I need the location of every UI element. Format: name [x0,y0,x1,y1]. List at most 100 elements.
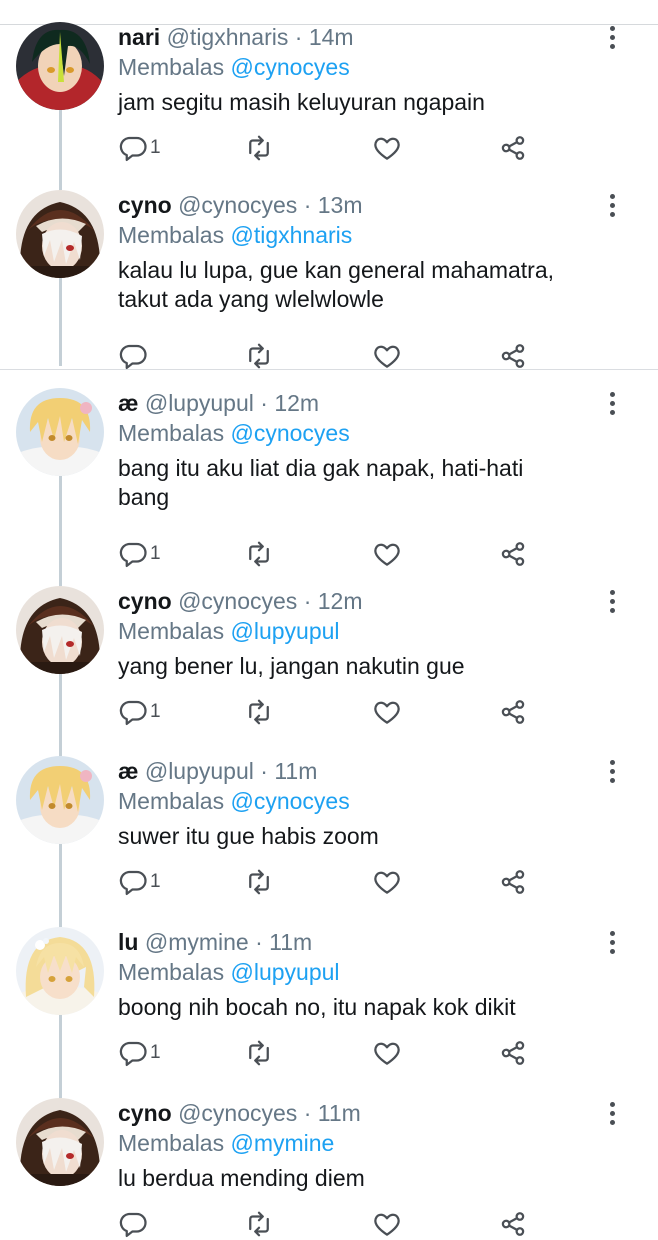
like-button[interactable] [372,1037,402,1069]
share-button[interactable] [498,1208,528,1240]
timestamp: · 14m [294,24,354,50]
retweet-button[interactable] [244,1208,274,1240]
user-handle[interactable]: @lupyupul [145,758,254,784]
reply-count: 1 [150,543,161,564]
replying-to-label: Membalas [118,420,231,446]
tweet-actions: 1 [118,538,538,570]
replying-to: Membalas @lupyupul [118,957,588,987]
mention-link[interactable]: @tigxhnaris [230,222,352,248]
share-button[interactable] [498,1037,528,1069]
replying-to: Membalas @cynocyes [118,418,588,448]
like-button[interactable] [372,538,402,570]
user-handle[interactable]: @cynocyes [178,192,297,218]
share-icon [498,697,528,727]
retweet-button[interactable] [244,866,274,898]
display-name[interactable]: æ [118,758,138,784]
retweet-button[interactable] [244,1037,274,1069]
tweet-header: lu @mymine · 11m [118,927,588,957]
mention-link[interactable]: @cynocyes [230,420,349,446]
display-name[interactable]: æ [118,390,138,416]
avatar[interactable] [16,388,104,476]
tweet-text: kalau lu lupa, gue kan general mahamatra… [118,257,555,312]
more-options-icon[interactable] [598,388,626,418]
more-options-icon[interactable] [598,586,626,616]
avatar[interactable] [16,586,104,674]
reply-icon [118,539,148,569]
avatar-image [16,190,104,278]
tweet-header: æ @lupyupul · 12m [118,388,588,418]
display-name[interactable]: nari [118,24,160,50]
mention-link[interactable]: @cynocyes [230,788,349,814]
share-button[interactable] [498,340,528,372]
avatar[interactable] [16,190,104,278]
share-icon [498,133,528,163]
thread-connector-line [59,476,62,586]
reply-button[interactable] [118,340,150,372]
user-handle[interactable]: @cynocyes [178,1100,297,1126]
more-options-icon[interactable] [598,927,626,957]
tweet-text: suwer itu gue habis zoom [118,823,379,849]
retweet-button[interactable] [244,538,274,570]
display-name[interactable]: cyno [118,588,172,614]
tweet-header: nari @tigxhnaris · 14m [118,22,588,52]
like-button[interactable] [372,696,402,728]
replying-to-label: Membalas [118,959,231,985]
avatar[interactable] [16,927,104,1015]
tweet-actions [118,1208,538,1240]
thread-connector-line [59,844,62,927]
reply-button[interactable]: 1 [118,696,161,728]
avatar-image [16,22,104,110]
thread-connector-line [59,100,62,190]
tweet-actions: 1 [118,866,538,898]
thread-connector-line [59,278,62,366]
timestamp: · 12m [303,588,363,614]
reply-button[interactable]: 1 [118,1037,161,1069]
retweet-icon [244,341,274,371]
like-button[interactable] [372,132,402,164]
reply-button[interactable]: 1 [118,866,161,898]
retweet-button[interactable] [244,340,274,372]
display-name[interactable]: cyno [118,1100,172,1126]
like-button[interactable] [372,340,402,372]
replying-to-label: Membalas [118,222,231,248]
like-icon [372,539,402,569]
more-options-icon[interactable] [598,756,626,786]
like-button[interactable] [372,866,402,898]
replying-to: Membalas @cynocyes [118,52,588,82]
share-button[interactable] [498,538,528,570]
share-icon [498,1209,528,1239]
like-icon [372,133,402,163]
avatar-image [16,1098,104,1186]
timestamp: · 13m [303,192,363,218]
reply-count: 1 [150,871,161,892]
user-handle[interactable]: @cynocyes [178,588,297,614]
avatar[interactable] [16,22,104,110]
more-options-icon[interactable] [598,1098,626,1128]
more-options-icon[interactable] [598,22,626,52]
mention-link[interactable]: @lupyupul [230,959,339,985]
tweet-actions: 1 [118,132,538,164]
mention-link[interactable]: @cynocyes [230,54,349,80]
more-options-icon[interactable] [598,190,626,220]
avatar[interactable] [16,756,104,844]
mention-link[interactable]: @mymine [230,1130,334,1156]
user-handle[interactable]: @lupyupul [145,390,254,416]
share-button[interactable] [498,866,528,898]
retweet-button[interactable] [244,132,274,164]
user-handle[interactable]: @mymine [145,929,249,955]
reply-button[interactable] [118,1208,150,1240]
timestamp: · 11m [260,758,318,784]
retweet-button[interactable] [244,696,274,728]
display-name[interactable]: lu [118,929,138,955]
timestamp: · 11m [255,929,313,955]
user-handle[interactable]: @tigxhnaris [167,24,289,50]
reply-button[interactable]: 1 [118,132,161,164]
mention-link[interactable]: @lupyupul [230,618,339,644]
reply-button[interactable]: 1 [118,538,161,570]
display-name[interactable]: cyno [118,192,172,218]
share-button[interactable] [498,132,528,164]
avatar[interactable] [16,1098,104,1186]
timestamp: · 12m [260,390,320,416]
like-button[interactable] [372,1208,402,1240]
share-button[interactable] [498,696,528,728]
